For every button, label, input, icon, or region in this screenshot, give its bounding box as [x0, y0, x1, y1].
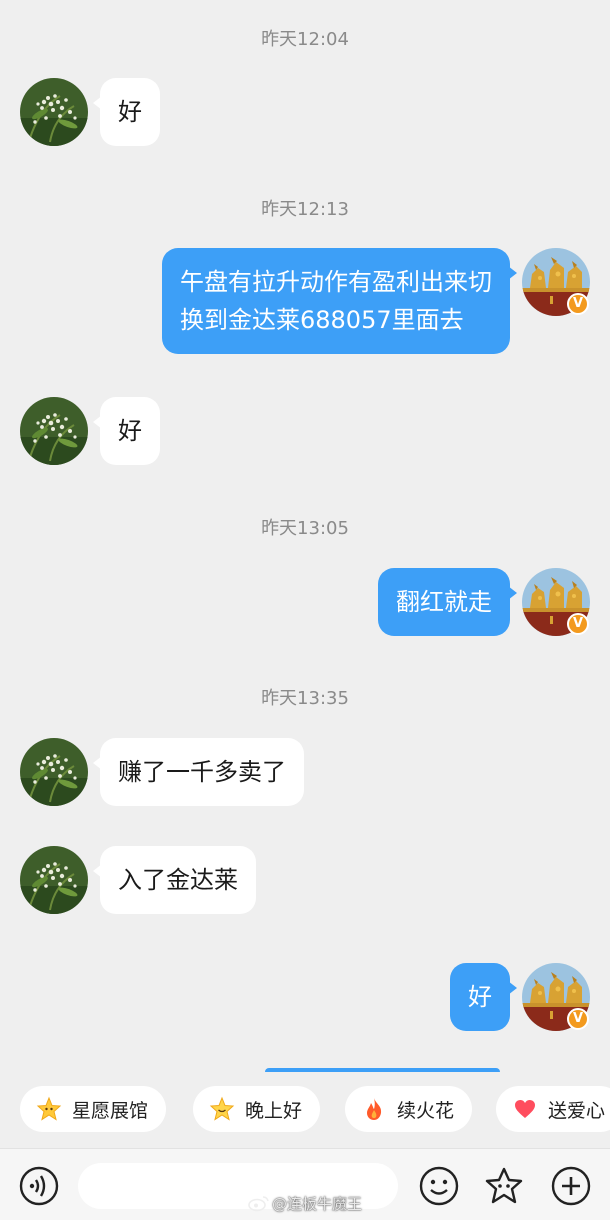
chip-label: 送爱心 — [548, 1099, 606, 1122]
message-bubble[interactable]: 午盘有拉升动作有盈利出来切 换到金达莱688057里面去 — [162, 248, 517, 354]
message-incoming: 入了金达莱 — [0, 846, 610, 914]
smiling-star-icon — [209, 1096, 235, 1121]
star-face-icon — [36, 1096, 62, 1121]
message-bubble[interactable]: 翻红就走 — [378, 568, 517, 636]
message-bubble[interactable]: 好 — [93, 397, 160, 465]
contact-avatar[interactable] — [20, 78, 88, 146]
timestamp: 昨天13:05 — [261, 518, 349, 539]
sticker-star-icon[interactable] — [484, 1166, 524, 1206]
message-bubble[interactable]: 入了金达莱 — [93, 846, 256, 914]
message-outgoing: 好 V — [0, 963, 610, 1031]
verified-badge: V — [567, 1008, 589, 1030]
contact-avatar[interactable] — [20, 846, 88, 914]
fire-icon — [367, 1098, 382, 1120]
message-outgoing: 午盘有拉升动作有盈利出来切 换到金达莱688057里面去 V — [0, 248, 610, 354]
message-outgoing: 翻红就走 V — [0, 568, 610, 636]
watermark-text: @连板牛魔王 — [272, 1194, 363, 1213]
message-line: 换到金达莱688057里面去 — [180, 306, 464, 334]
quick-reply-good-evening[interactable]: 晚上好 — [193, 1086, 321, 1132]
contact-avatar[interactable] — [20, 738, 88, 806]
message-incoming: 好 — [0, 397, 610, 465]
quick-reply-send-love[interactable]: 送爱心 — [496, 1086, 610, 1132]
quick-reply-continue-spark[interactable]: 续火花 — [345, 1086, 473, 1132]
message-bubble[interactable]: 好 — [93, 78, 160, 146]
message-line: 午盘有拉升动作有盈利出来切 — [180, 268, 492, 296]
chip-label: 续火花 — [397, 1099, 455, 1122]
timestamp: 昨天12:04 — [261, 29, 349, 50]
contact-avatar[interactable] — [20, 397, 88, 465]
chip-label: 晚上好 — [245, 1099, 303, 1122]
quick-reply-bar[interactable]: 星愿展馆 晚上好 续火花 送爱心 — [0, 1072, 610, 1148]
plus-icon[interactable] — [551, 1166, 591, 1206]
heart-icon — [515, 1100, 535, 1118]
message-incoming: 赚了一千多卖了 — [0, 738, 610, 806]
message-bubble[interactable]: 好 — [450, 963, 517, 1031]
verified-badge: V — [567, 613, 589, 635]
emoji-icon[interactable] — [419, 1166, 459, 1206]
chat-messages[interactable]: 昨天12:04 好 昨天12:13 午盘有拉升动作有盈利出来切 换到金达莱688… — [0, 0, 610, 1072]
timestamp: 昨天12:13 — [261, 199, 349, 220]
message-bubble[interactable]: 赚了一千多卖了 — [93, 738, 304, 806]
chip-label: 星愿展馆 — [72, 1099, 149, 1122]
timestamp: 昨天13:35 — [261, 688, 349, 709]
quick-reply-star-exhibit[interactable]: 星愿展馆 — [20, 1086, 167, 1132]
voice-icon[interactable] — [19, 1166, 59, 1206]
verified-badge: V — [567, 293, 589, 315]
weibo-logo-icon — [248, 1196, 269, 1212]
message-incoming: 好 — [0, 78, 610, 146]
watermark: @连板牛魔王 — [248, 1191, 362, 1215]
